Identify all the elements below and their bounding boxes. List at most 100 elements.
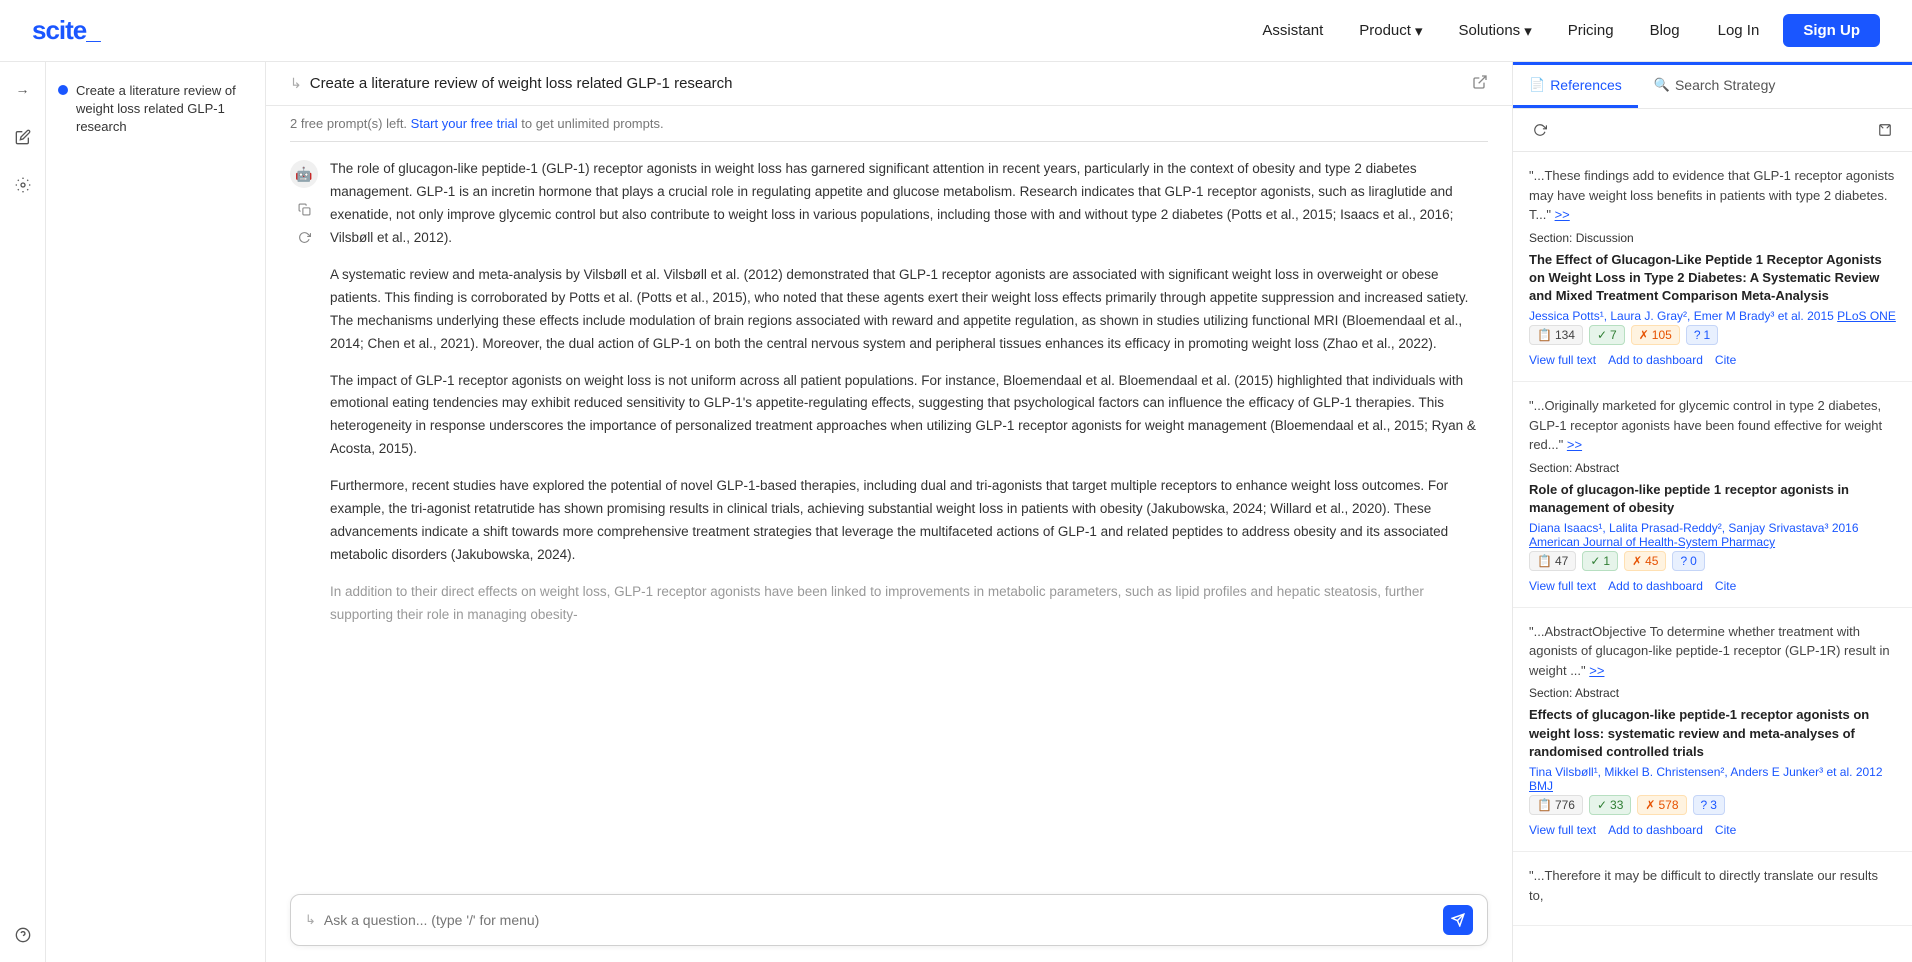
- add-to-dashboard-link[interactable]: Add to dashboard: [1608, 823, 1703, 837]
- stat-contrasting: ✗ 45: [1624, 551, 1666, 571]
- chat-messages: 2 free prompt(s) left. Start your free t…: [266, 106, 1512, 882]
- nav-item-pricing[interactable]: Pricing: [1554, 16, 1628, 45]
- stat-supporting: ✓ 33: [1589, 795, 1631, 815]
- chevron-down-icon: ▾: [1524, 22, 1532, 40]
- input-area: ↳: [266, 882, 1512, 962]
- ref-section: Section: Abstract: [1529, 686, 1896, 700]
- free-prompts-bar: 2 free prompt(s) left. Start your free t…: [290, 106, 1488, 142]
- header-arrow-icon: ↳: [290, 75, 302, 92]
- stat-contrasting: ✗ 578: [1637, 795, 1686, 815]
- refresh-refs-button[interactable]: [1527, 117, 1553, 143]
- view-full-text-link[interactable]: View full text: [1529, 579, 1596, 593]
- arrow-right-icon[interactable]: →: [8, 74, 38, 104]
- stat-contrasting: ✗ 105: [1631, 325, 1680, 345]
- ref-stats: 📋 134 ✓ 7 ✗ 105 ? 1: [1529, 325, 1896, 345]
- ref-card: "...Therefore it may be difficult to dir…: [1513, 852, 1912, 926]
- chat-input[interactable]: [324, 912, 1443, 928]
- cite-link[interactable]: Cite: [1715, 353, 1736, 367]
- ref-card: "...Originally marketed for glycemic con…: [1513, 382, 1912, 608]
- nav-right: Assistant Product ▾ Solutions ▾ Pricing …: [1248, 14, 1880, 47]
- ref-journal-link[interactable]: PLoS ONE: [1837, 309, 1896, 323]
- ref-actions: View full text Add to dashboard Cite: [1529, 579, 1896, 593]
- logo[interactable]: scite_: [32, 15, 100, 46]
- content-area: ↳ Create a literature review of weight l…: [266, 62, 1512, 962]
- cite-link[interactable]: Cite: [1715, 579, 1736, 593]
- refresh-button[interactable]: [293, 226, 315, 248]
- navigation: scite_ Assistant Product ▾ Solutions ▾ P…: [0, 0, 1912, 62]
- ref-panel-toolbar: [1513, 109, 1912, 152]
- ref-quote: "...Therefore it may be difficult to dir…: [1529, 866, 1896, 905]
- ref-quote: "...Originally marketed for glycemic con…: [1529, 396, 1896, 455]
- settings-icon[interactable]: [8, 170, 38, 200]
- ref-tabs: 📄 References 🔍 Search Strategy: [1513, 65, 1912, 109]
- ref-actions: View full text Add to dashboard Cite: [1529, 823, 1896, 837]
- ref-title: Effects of glucagon-like peptide-1 recep…: [1529, 706, 1896, 761]
- ref-list: "...These findings add to evidence that …: [1513, 152, 1912, 962]
- nav-item-product[interactable]: Product ▾: [1345, 16, 1436, 46]
- tab-search-strategy[interactable]: 🔍 Search Strategy: [1638, 65, 1792, 108]
- free-trial-link[interactable]: Start your free trial: [411, 116, 518, 131]
- login-button[interactable]: Log In: [1702, 16, 1776, 45]
- nav-item-solutions[interactable]: Solutions ▾: [1444, 16, 1545, 46]
- ref-journal-link[interactable]: American Journal of Health-System Pharma…: [1529, 535, 1775, 549]
- history-item-text: Create a literature review of weight los…: [76, 82, 253, 137]
- view-full-text-link[interactable]: View full text: [1529, 353, 1596, 367]
- copy-button[interactable]: [293, 198, 315, 220]
- ref-quote: "...These findings add to evidence that …: [1529, 166, 1896, 225]
- send-button[interactable]: [1443, 905, 1473, 935]
- view-full-text-link[interactable]: View full text: [1529, 823, 1596, 837]
- ref-quote-link[interactable]: >>: [1555, 207, 1570, 222]
- stat-mentioning: ? 3: [1693, 795, 1725, 815]
- add-to-dashboard-link[interactable]: Add to dashboard: [1608, 353, 1703, 367]
- ref-journal-link[interactable]: BMJ: [1529, 779, 1553, 793]
- stat-supporting: ✓ 7: [1589, 325, 1625, 345]
- ref-authors: Diana Isaacs¹, Lalita Prasad-Reddy², San…: [1529, 521, 1896, 549]
- chevron-down-icon: ▾: [1415, 22, 1423, 40]
- message-icon: 🤖: [290, 160, 318, 188]
- share-icon[interactable]: [1472, 74, 1488, 93]
- ref-authors: Jessica Potts¹, Laura J. Gray², Emer M B…: [1529, 309, 1896, 323]
- history-panel: Create a literature review of weight los…: [46, 62, 266, 962]
- main-layout: → Create a literature review of weight l…: [0, 62, 1912, 962]
- references-panel: 📄 References 🔍 Search Strategy "...These…: [1512, 62, 1912, 962]
- ref-actions: View full text Add to dashboard Cite: [1529, 353, 1896, 367]
- message-actions: [293, 198, 315, 248]
- add-to-dashboard-link[interactable]: Add to dashboard: [1608, 579, 1703, 593]
- nav-item-assistant[interactable]: Assistant: [1248, 16, 1337, 45]
- references-tab-icon: 📄: [1529, 77, 1545, 93]
- stat-total: 📋 776: [1529, 795, 1583, 815]
- ref-quote: "...AbstractObjective To determine wheth…: [1529, 622, 1896, 681]
- help-icon[interactable]: [8, 920, 38, 950]
- sidebar-left: →: [0, 62, 46, 962]
- stat-supporting: ✓ 1: [1582, 551, 1618, 571]
- input-wrapper: ↳: [290, 894, 1488, 946]
- ref-authors: Tina Vilsbøll¹, Mikkel B. Christensen², …: [1529, 765, 1896, 793]
- tab-references[interactable]: 📄 References: [1513, 65, 1638, 108]
- chat-header: ↳ Create a literature review of weight l…: [266, 62, 1512, 106]
- ref-quote-link[interactable]: >>: [1589, 663, 1604, 678]
- ref-section: Section: Abstract: [1529, 461, 1896, 475]
- ref-card: "...These findings add to evidence that …: [1513, 152, 1912, 382]
- ref-card: "...AbstractObjective To determine wheth…: [1513, 608, 1912, 852]
- stat-mentioning: ? 0: [1672, 551, 1704, 571]
- ref-quote-link[interactable]: >>: [1567, 437, 1582, 452]
- input-arrow-icon: ↳: [305, 912, 316, 928]
- edit-icon[interactable]: [8, 122, 38, 152]
- ref-stats: 📋 776 ✓ 33 ✗ 578 ? 3: [1529, 795, 1896, 815]
- cite-link[interactable]: Cite: [1715, 823, 1736, 837]
- ref-section: Section: Discussion: [1529, 231, 1896, 245]
- chat-title: Create a literature review of weight los…: [310, 75, 733, 92]
- history-item[interactable]: Create a literature review of weight los…: [46, 74, 265, 145]
- chat-header-left: ↳ Create a literature review of weight l…: [290, 75, 732, 92]
- message-block: 🤖 The role of glucagon-like peptide-1 (G…: [290, 158, 1488, 627]
- nav-item-blog[interactable]: Blog: [1636, 16, 1694, 45]
- expand-refs-button[interactable]: [1872, 117, 1898, 143]
- message-text: The role of glucagon-like peptide-1 (GLP…: [330, 158, 1488, 627]
- history-dot: [58, 85, 68, 95]
- ref-stats: 📋 47 ✓ 1 ✗ 45 ? 0: [1529, 551, 1896, 571]
- stat-mentioning: ? 1: [1686, 325, 1718, 345]
- stat-total: 📋 47: [1529, 551, 1576, 571]
- ref-title: Role of glucagon-like peptide 1 receptor…: [1529, 481, 1896, 517]
- signup-button[interactable]: Sign Up: [1783, 14, 1880, 47]
- search-strategy-tab-icon: 🔍: [1654, 77, 1670, 93]
